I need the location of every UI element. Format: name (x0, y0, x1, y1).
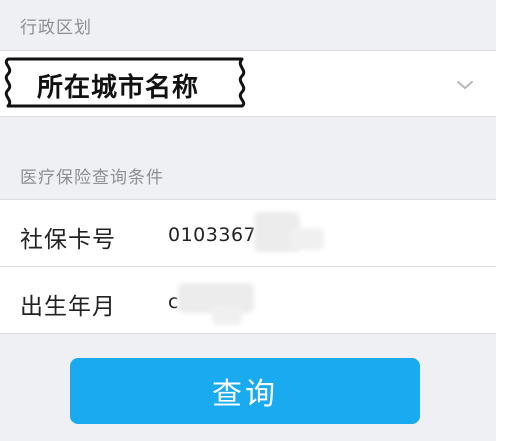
social-card-field[interactable]: 社保卡号 0103367 (0, 199, 496, 267)
query-button[interactable]: 查询 (70, 358, 420, 424)
region-section-label: 行政区划 (20, 18, 92, 38)
city-name-sticker: 所在城市名称 (0, 56, 250, 108)
insurance-section-label: 医疗保险查询条件 (20, 168, 164, 188)
social-card-value[interactable]: 0103367 (168, 224, 256, 246)
region-select[interactable]: 所在城市名称 (0, 50, 496, 117)
query-page: 行政区划 所在城市名称 医疗保险查询条件 社保卡号 0103367 出生年月 c… (0, 0, 505, 441)
social-card-label: 社保卡号 (20, 227, 116, 253)
redaction-blur (290, 228, 324, 250)
right-edge-strip (496, 0, 505, 441)
birth-date-field[interactable]: 出生年月 c (0, 266, 496, 334)
selected-city-value: 所在城市名称 (37, 73, 200, 103)
redaction-blur (212, 305, 242, 325)
chevron-down-icon[interactable] (456, 76, 474, 94)
birth-date-label: 出生年月 (20, 294, 116, 320)
